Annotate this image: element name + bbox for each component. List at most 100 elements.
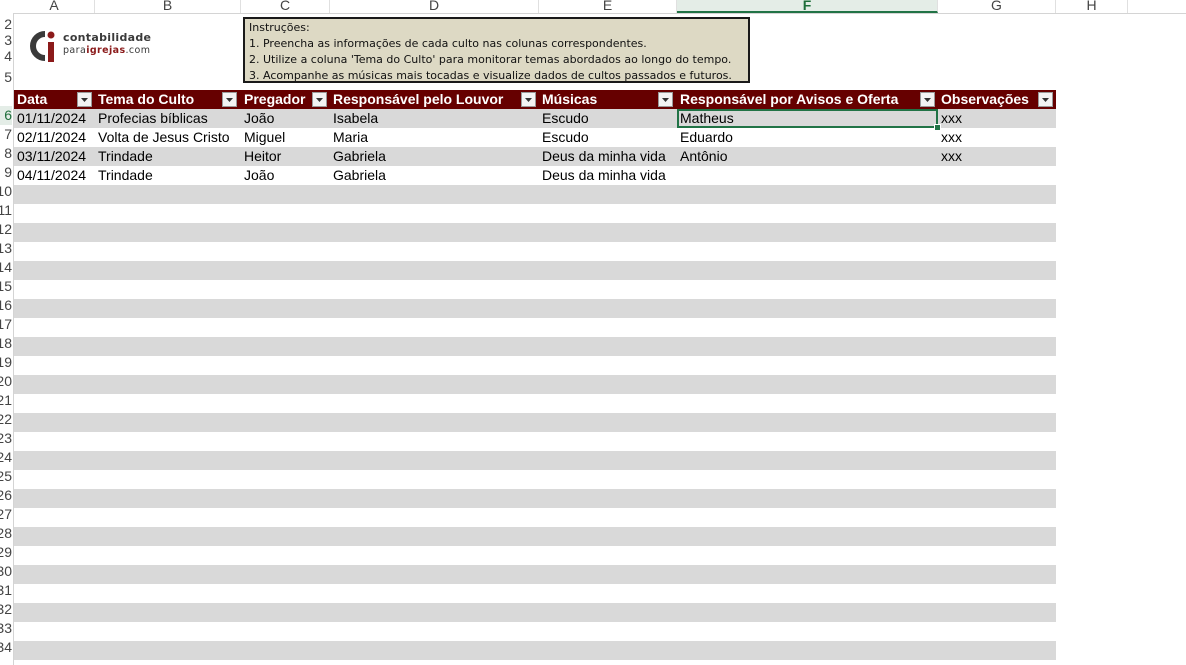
cell-musicas[interactable] [539, 204, 677, 223]
cell-pregador[interactable]: Miguel [241, 128, 330, 147]
cell-responsavel-louvor[interactable] [330, 223, 539, 242]
cell-responsavel-avisos-oferta[interactable] [677, 185, 938, 204]
cell-tema-do-culto[interactable] [95, 508, 241, 527]
cell-tema-do-culto[interactable]: Trindade [95, 166, 241, 185]
cell-responsavel-avisos-oferta[interactable] [677, 622, 938, 641]
cell-pregador[interactable] [241, 299, 330, 318]
cell-responsavel-louvor[interactable] [330, 508, 539, 527]
cell-responsavel-louvor[interactable] [330, 242, 539, 261]
cell-tema-do-culto[interactable] [95, 299, 241, 318]
cell-tema-do-culto[interactable] [95, 565, 241, 584]
cell-data[interactable]: 01/11/2024 [14, 109, 95, 128]
cell-observacoes[interactable]: xxx [938, 128, 1056, 147]
cell-responsavel-avisos-oferta[interactable] [677, 432, 938, 451]
cell-observacoes[interactable]: xxx [938, 147, 1056, 166]
column-header-f[interactable]: F [677, 0, 938, 13]
cell-musicas[interactable] [539, 223, 677, 242]
cell-musicas[interactable] [539, 584, 677, 603]
cell-musicas[interactable] [539, 489, 677, 508]
cell-musicas[interactable] [539, 337, 677, 356]
cell-tema-do-culto[interactable] [95, 394, 241, 413]
cell-responsavel-louvor[interactable] [330, 185, 539, 204]
cell-data[interactable] [14, 394, 95, 413]
cell-responsavel-louvor[interactable] [330, 603, 539, 622]
cell-responsavel-louvor[interactable] [330, 299, 539, 318]
cell-responsavel-avisos-oferta[interactable] [677, 489, 938, 508]
row-header[interactable]: 33 [0, 619, 12, 638]
cell-musicas[interactable]: Escudo [539, 109, 677, 128]
row-header[interactable]: 34 [0, 638, 12, 657]
cell-data[interactable] [14, 508, 95, 527]
filter-dropdown-button[interactable] [920, 92, 935, 107]
cell-pregador[interactable] [241, 223, 330, 242]
cell-observacoes[interactable]: xxx [938, 109, 1056, 128]
cell-musicas[interactable]: Deus da minha vida [539, 166, 677, 185]
cell-responsavel-louvor[interactable] [330, 375, 539, 394]
filter-dropdown-button[interactable] [312, 92, 327, 107]
cell-tema-do-culto[interactable] [95, 603, 241, 622]
cell-musicas[interactable] [539, 261, 677, 280]
cell-pregador[interactable] [241, 470, 330, 489]
row-header[interactable]: 17 [0, 315, 12, 334]
cell-musicas[interactable] [539, 622, 677, 641]
cell-data[interactable] [14, 413, 95, 432]
cell-musicas[interactable] [539, 280, 677, 299]
cell-musicas[interactable] [539, 413, 677, 432]
row-header[interactable]: 18 [0, 334, 12, 353]
cell-observacoes[interactable] [938, 527, 1056, 546]
cell-responsavel-avisos-oferta[interactable] [677, 546, 938, 565]
cell-pregador[interactable] [241, 185, 330, 204]
cell-musicas[interactable] [539, 451, 677, 470]
cell-pregador[interactable] [241, 318, 330, 337]
cell-musicas[interactable] [539, 546, 677, 565]
cell-observacoes[interactable] [938, 413, 1056, 432]
cell-musicas[interactable] [539, 356, 677, 375]
cell-pregador[interactable] [241, 356, 330, 375]
cell-musicas[interactable] [539, 508, 677, 527]
cell-responsavel-louvor[interactable] [330, 527, 539, 546]
row-header[interactable]: 29 [0, 543, 12, 562]
cell-responsavel-avisos-oferta[interactable] [677, 299, 938, 318]
row-header[interactable]: 20 [0, 372, 12, 391]
cell-pregador[interactable] [241, 603, 330, 622]
cell-tema-do-culto[interactable]: Trindade [95, 147, 241, 166]
cell-data[interactable] [14, 641, 95, 660]
cell-musicas[interactable] [539, 242, 677, 261]
instructions-box[interactable]: Instruções: 1. Preencha as informações d… [243, 17, 750, 83]
cell-data[interactable]: 02/11/2024 [14, 128, 95, 147]
cell-responsavel-avisos-oferta[interactable] [677, 584, 938, 603]
cell-data[interactable]: 04/11/2024 [14, 166, 95, 185]
cell-tema-do-culto[interactable] [95, 337, 241, 356]
cell-responsavel-louvor[interactable]: Isabela [330, 109, 539, 128]
cell-tema-do-culto[interactable] [95, 413, 241, 432]
cell-data[interactable] [14, 337, 95, 356]
cell-responsavel-louvor[interactable]: Gabriela [330, 166, 539, 185]
cell-data[interactable] [14, 223, 95, 242]
cell-musicas[interactable] [539, 432, 677, 451]
column-header-g[interactable]: G [938, 0, 1056, 13]
cell-pregador[interactable] [241, 546, 330, 565]
cell-observacoes[interactable] [938, 375, 1056, 394]
cell-observacoes[interactable] [938, 394, 1056, 413]
cell-responsavel-avisos-oferta[interactable] [677, 223, 938, 242]
cell-observacoes[interactable] [938, 185, 1056, 204]
cell-pregador[interactable] [241, 584, 330, 603]
row-header[interactable]: 22 [0, 410, 12, 429]
cell-pregador[interactable] [241, 489, 330, 508]
cell-responsavel-avisos-oferta[interactable] [677, 413, 938, 432]
cell-musicas[interactable] [539, 375, 677, 394]
cell-observacoes[interactable] [938, 356, 1056, 375]
cell-data[interactable] [14, 603, 95, 622]
row-header[interactable]: 5 [0, 68, 12, 87]
cell-data[interactable] [14, 204, 95, 223]
cell-responsavel-louvor[interactable]: Gabriela [330, 147, 539, 166]
cell-data[interactable] [14, 432, 95, 451]
cell-pregador[interactable] [241, 622, 330, 641]
cell-observacoes[interactable] [938, 641, 1056, 660]
cell-responsavel-louvor[interactable] [330, 622, 539, 641]
cell-observacoes[interactable] [938, 242, 1056, 261]
cell-pregador[interactable]: Heitor [241, 147, 330, 166]
cell-observacoes[interactable] [938, 280, 1056, 299]
cell-responsavel-avisos-oferta[interactable] [677, 641, 938, 660]
cell-responsavel-avisos-oferta[interactable]: Eduardo [677, 128, 938, 147]
